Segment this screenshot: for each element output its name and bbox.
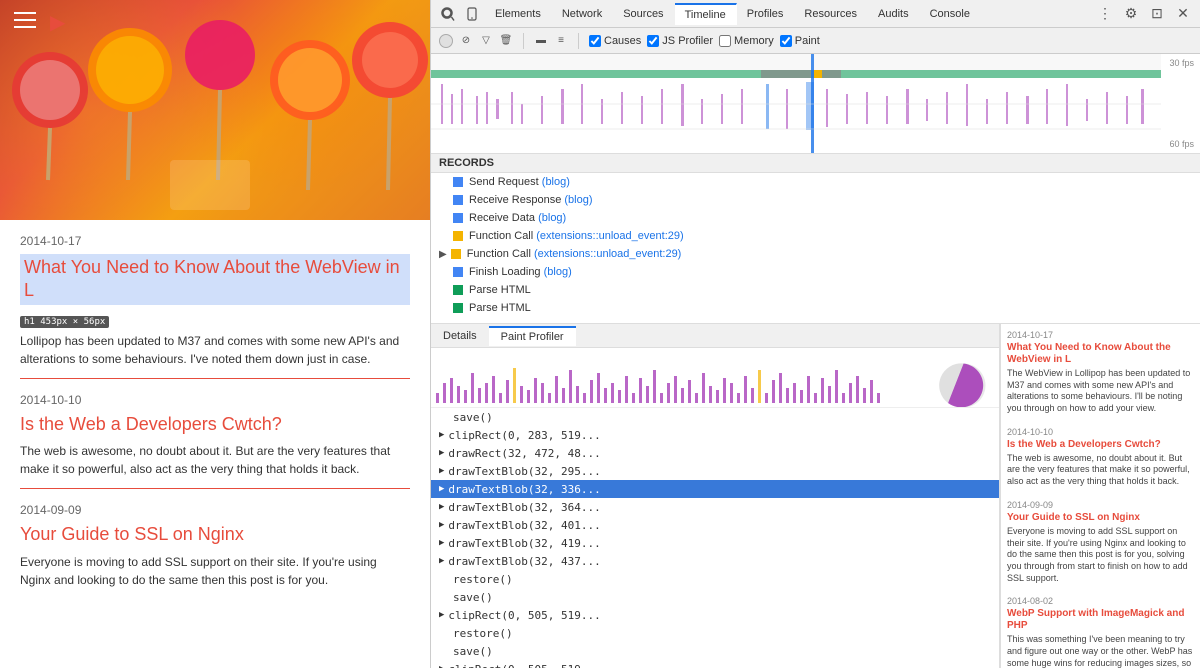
paint-checkbox[interactable] <box>780 35 792 47</box>
tab-audits[interactable]: Audits <box>868 4 920 24</box>
post-title-3[interactable]: Your Guide to SSL on Nginx <box>20 523 410 546</box>
flame-chart-icon[interactable]: ≡ <box>554 34 568 48</box>
post-date-1: 2014-10-17 <box>20 234 410 248</box>
tab-timeline[interactable]: Timeline <box>675 3 737 25</box>
record-button[interactable] <box>439 34 453 48</box>
devtools-tab-bar: Elements Network Sources Timeline Profil… <box>431 0 1200 28</box>
preview-post-1: 2014-10-10 Is the Web a Developers Cwtch… <box>1007 427 1194 488</box>
preview-post-2: 2014-09-09 Your Guide to SSL on Nginx Ev… <box>1007 500 1194 584</box>
js-profiler-checkbox-label[interactable]: JS Profiler <box>647 35 713 47</box>
record-item-4: ▶ Function Call (extensions::unload_even… <box>431 245 1200 263</box>
call-item-1[interactable]: ▶clipRect(0, 283, 519... <box>431 426 999 444</box>
call-item-3[interactable]: ▶drawTextBlob(32, 295... <box>431 462 999 480</box>
element-badge-1: h1 453px × 56px <box>20 316 109 328</box>
tab-paint-profiler[interactable]: Paint Profiler <box>489 326 576 346</box>
record-item-1: Receive Response (blog) <box>431 191 1200 209</box>
timeline-graph[interactable]: 30 fps 60 fps <box>431 54 1200 154</box>
causes-checkbox-label[interactable]: Causes <box>589 35 641 47</box>
call-item-14[interactable]: ▶clipRect(0, 505, 519... <box>431 660 999 668</box>
call-item-4[interactable]: ▶drawTextBlob(32, 336... <box>431 480 999 498</box>
post-excerpt-1: Lollipop has been updated to M37 and com… <box>20 332 410 368</box>
timeline-toolbar: ⊘ ▽ 🗑 ▬ ≡ Causes JS Profiler Memory Pain… <box>431 28 1200 54</box>
close-icon[interactable]: ✕ <box>1172 3 1194 25</box>
paint-checkbox-label[interactable]: Paint <box>780 35 820 47</box>
call-item-2[interactable]: ▶drawRect(32, 472, 48... <box>431 444 999 462</box>
record-item-2: Receive Data (blog) <box>431 209 1200 227</box>
record-item-6: Parse HTML <box>431 281 1200 299</box>
fps-labels: 30 fps 60 fps <box>1169 54 1194 153</box>
tab-profiles[interactable]: Profiles <box>737 4 795 24</box>
js-profiler-checkbox[interactable] <box>647 35 659 47</box>
mobile-icon[interactable] <box>461 3 483 25</box>
fps-60-label: 60 fps <box>1169 139 1194 149</box>
record-item-5: Finish Loading (blog) <box>431 263 1200 281</box>
bottom-section: Details Paint Profiler <box>431 324 1200 668</box>
records-list: Send Request (blog) Receive Response (bl… <box>431 173 1200 317</box>
divider-2 <box>20 488 410 489</box>
post-date-3: 2014-09-09 <box>20 503 410 517</box>
devtools-tabs: Elements Network Sources Timeline Profil… <box>485 3 1092 25</box>
trash-button[interactable]: 🗑 <box>499 34 513 48</box>
post-title-2[interactable]: Is the Web a Developers Cwtch? <box>20 413 410 436</box>
record-item-0: Send Request (blog) <box>431 173 1200 191</box>
divider-1 <box>20 378 410 379</box>
record-item-7: Parse HTML <box>431 299 1200 317</box>
record-item-3: Function Call (extensions::unload_event:… <box>431 227 1200 245</box>
post-excerpt-3: Everyone is moving to add SSL support on… <box>20 553 410 589</box>
undock-icon[interactable]: ⊡ <box>1146 3 1168 25</box>
call-item-7[interactable]: ▶drawTextBlob(32, 419... <box>431 534 999 552</box>
tab-sources[interactable]: Sources <box>613 4 674 24</box>
clear-button[interactable]: ⊘ <box>459 34 473 48</box>
call-item-0[interactable]: save() <box>431 408 999 426</box>
post-title-1[interactable]: What You Need to Know About the WebView … <box>20 254 410 305</box>
post-date-2: 2014-10-10 <box>20 393 410 407</box>
left-panel: ▶ 2014-10-17 What You Need to Know About… <box>0 0 430 668</box>
call-item-9[interactable]: restore() <box>431 570 999 588</box>
call-item-8[interactable]: ▶drawTextBlob(32, 437... <box>431 552 999 570</box>
memory-checkbox[interactable] <box>719 35 731 47</box>
dock-icon[interactable]: ⋮ <box>1094 3 1116 25</box>
devtools-right-icons: ⋮ ⚙ ⊡ ✕ <box>1094 3 1194 25</box>
preview-post-3: 2014-08-02 WebP Support with ImageMagick… <box>1007 596 1194 668</box>
call-item-11[interactable]: ▶clipRect(0, 505, 519... <box>431 606 999 624</box>
hero-image: ▶ <box>0 0 430 220</box>
call-list: save()▶clipRect(0, 283, 519...▶drawRect(… <box>431 408 999 668</box>
flame-toolbar: Details Paint Profiler <box>431 324 999 348</box>
call-item-5[interactable]: ▶drawTextBlob(32, 364... <box>431 498 999 516</box>
tab-details[interactable]: Details <box>431 327 489 345</box>
tab-elements[interactable]: Elements <box>485 4 552 24</box>
hamburger-menu[interactable] <box>14 12 36 28</box>
fps-30-label: 30 fps <box>1169 58 1194 68</box>
tab-resources[interactable]: Resources <box>794 4 868 24</box>
pie-chart-svg <box>936 358 991 408</box>
flame-graph-area[interactable]: 1.262 ms <box>431 348 999 408</box>
pie-chart-container: 1.262 ms <box>936 358 991 408</box>
records-section: RECORDS Send Request (blog) Receive Resp… <box>431 154 1200 324</box>
blog-content: 2014-10-17 What You Need to Know About t… <box>0 234 430 589</box>
inspect-icon[interactable] <box>437 3 459 25</box>
post-excerpt-2: The web is awesome, no doubt about it. B… <box>20 442 410 478</box>
preview-panel: 2014-10-17 What You Need to Know About t… <box>1000 324 1200 668</box>
memory-checkbox-label[interactable]: Memory <box>719 35 774 47</box>
nav-icon: ▶ <box>50 10 65 35</box>
filter-button[interactable]: ▽ <box>479 34 493 48</box>
call-item-13[interactable]: save() <box>431 642 999 660</box>
flame-chart: Details Paint Profiler <box>431 324 1000 668</box>
bar-chart-icon[interactable]: ▬ <box>534 34 548 48</box>
flame-bars-svg <box>431 348 999 408</box>
tab-network[interactable]: Network <box>552 4 613 24</box>
call-item-6[interactable]: ▶drawTextBlob(32, 401... <box>431 516 999 534</box>
records-header: RECORDS <box>431 154 1200 173</box>
timeline-svg <box>431 54 1161 154</box>
call-item-12[interactable]: restore() <box>431 624 999 642</box>
settings-icon[interactable]: ⚙ <box>1120 3 1142 25</box>
tab-console[interactable]: Console <box>920 4 981 24</box>
call-item-10[interactable]: save() <box>431 588 999 606</box>
right-panel: Elements Network Sources Timeline Profil… <box>430 0 1200 668</box>
causes-checkbox[interactable] <box>589 35 601 47</box>
preview-post-0: 2014-10-17 What You Need to Know About t… <box>1007 330 1194 415</box>
